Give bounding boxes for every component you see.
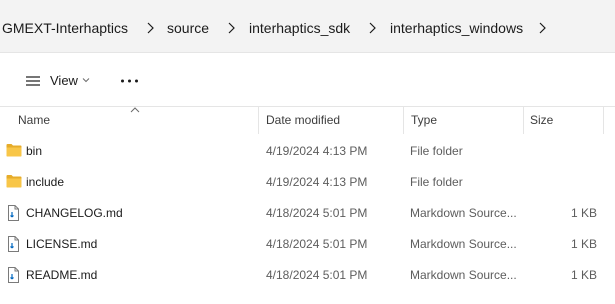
file-row[interactable]: CHANGELOG.md 4/18/2024 5:01 PM Markdown … [0, 198, 615, 229]
column-header-row: Name Date modified Type Size [0, 107, 615, 134]
column-header-size[interactable]: Size [530, 112, 553, 128]
column-header-date-modified[interactable]: Date modified [266, 112, 340, 128]
chevron-right-icon [369, 22, 376, 34]
file-row[interactable]: include 4/19/2024 4:13 PM File folder [0, 167, 615, 198]
breadcrumb: GMEXT-Interhaptics source interhaptics_s… [0, 0, 615, 53]
file-size: 1 KB [570, 206, 597, 220]
breadcrumb-item-interhaptics-windows[interactable]: interhaptics_windows [390, 19, 523, 37]
breadcrumb-item-interhaptics-sdk[interactable]: interhaptics_sdk [249, 19, 350, 37]
file-name: bin [26, 144, 43, 158]
folder-icon [6, 175, 22, 188]
file-date-modified: 4/19/2024 4:13 PM [266, 175, 368, 189]
view-button[interactable]: View [16, 66, 102, 96]
file-type: File folder [410, 144, 463, 158]
breadcrumb-item-source[interactable]: source [167, 19, 209, 37]
file-date-modified: 4/19/2024 4:13 PM [266, 144, 368, 158]
file-row[interactable]: LICENSE.md 4/18/2024 5:01 PM Markdown So… [0, 229, 615, 260]
sort-ascending-icon [130, 107, 140, 113]
file-date-modified: 4/18/2024 5:01 PM [266, 237, 368, 251]
file-size: 1 KB [570, 237, 597, 251]
markdown-file-icon [8, 205, 19, 221]
file-row[interactable]: README.md 4/18/2024 5:01 PM Markdown Sou… [0, 260, 615, 291]
chevron-right-icon[interactable] [537, 21, 547, 35]
more-options-icon [121, 79, 138, 83]
file-type: Markdown Source... [410, 237, 517, 251]
folder-icon [6, 144, 22, 157]
file-date-modified: 4/18/2024 5:01 PM [266, 268, 368, 282]
file-name: CHANGELOG.md [26, 206, 123, 220]
file-type: Markdown Source... [410, 268, 517, 282]
column-header-name[interactable]: Name [18, 112, 50, 128]
list-view-icon [26, 76, 40, 86]
markdown-file-icon [8, 267, 19, 283]
column-divider[interactable] [603, 107, 604, 134]
column-divider[interactable] [403, 107, 404, 134]
column-header-type[interactable]: Type [411, 112, 437, 128]
chevron-right-icon [147, 22, 154, 34]
chevron-right-icon [228, 22, 235, 34]
column-divider[interactable] [523, 107, 524, 134]
command-bar: View [0, 53, 615, 107]
markdown-file-icon [8, 236, 19, 252]
file-type: File folder [410, 175, 463, 189]
breadcrumb-item-gmext-interhaptics[interactable]: GMEXT-Interhaptics [2, 19, 128, 37]
file-size: 1 KB [570, 268, 597, 282]
file-name: include [26, 175, 65, 189]
chevron-down-icon [82, 78, 90, 83]
file-date-modified: 4/18/2024 5:01 PM [266, 206, 368, 220]
file-name: LICENSE.md [26, 237, 98, 251]
file-type: Markdown Source... [410, 206, 517, 220]
column-divider[interactable] [258, 107, 259, 134]
file-name: README.md [26, 268, 98, 282]
file-row[interactable]: bin 4/19/2024 4:13 PM File folder [0, 136, 615, 167]
view-label: View [50, 73, 78, 88]
more-options-button[interactable] [114, 66, 146, 96]
